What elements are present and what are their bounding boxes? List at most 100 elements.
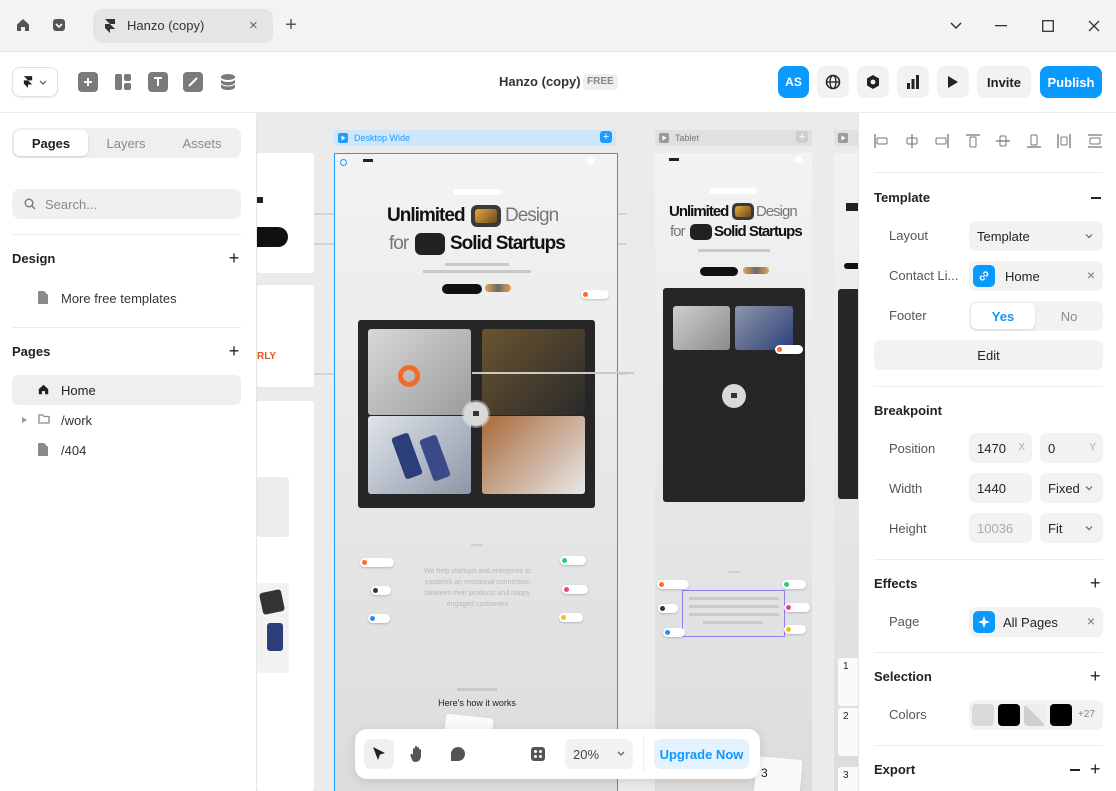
- nav-logo: [669, 158, 679, 161]
- design-canvas[interactable]: RLY Desktop Wide + Unlimited Design for …: [257, 113, 858, 791]
- color-swatch[interactable]: [972, 704, 994, 726]
- close-tab-icon[interactable]: ×: [249, 17, 258, 34]
- design-item-more-templates[interactable]: More free templates: [12, 283, 241, 313]
- image-fragment: [257, 583, 289, 673]
- offscreen-frame[interactable]: [257, 401, 314, 791]
- position-label: Position: [889, 441, 936, 456]
- layout-value: Template: [977, 228, 1030, 244]
- analytics-icon[interactable]: [897, 66, 929, 98]
- color-swatch[interactable]: [998, 704, 1020, 726]
- remove-export-icon[interactable]: [1070, 769, 1080, 771]
- dark-mode-icon[interactable]: [483, 739, 513, 769]
- offscreen-frame[interactable]: RLY: [257, 285, 314, 387]
- components-icon[interactable]: [523, 739, 553, 769]
- distribute-horizontal-icon[interactable]: [1056, 133, 1072, 149]
- edit-template-button[interactable]: Edit: [874, 340, 1103, 370]
- play-preview-icon[interactable]: [937, 66, 969, 98]
- add-page-icon[interactable]: +: [226, 342, 242, 360]
- hero-headline-1b: Design: [505, 205, 559, 226]
- clear-icon[interactable]: ×: [1087, 613, 1095, 629]
- align-right-icon[interactable]: [934, 133, 950, 149]
- frame-label-desktop[interactable]: Desktop Wide +: [334, 130, 616, 146]
- width-input[interactable]: 1440: [969, 473, 1032, 503]
- clear-icon[interactable]: ×: [1087, 267, 1095, 283]
- phone-thumb: [419, 434, 451, 482]
- home-icon[interactable]: [12, 14, 34, 36]
- inbox-icon[interactable]: [48, 14, 70, 36]
- folder-icon: [38, 414, 50, 424]
- footer-no-option[interactable]: No: [1037, 303, 1101, 329]
- settings-hexagon-icon[interactable]: [857, 66, 889, 98]
- page-item-label: /work: [61, 412, 93, 428]
- frame-phone[interactable]: 1 2 3: [834, 153, 858, 791]
- align-top-icon[interactable]: [965, 133, 981, 149]
- framer-menu-button[interactable]: [12, 67, 58, 97]
- vector-icon[interactable]: [183, 72, 203, 92]
- position-x-input[interactable]: 1470 X: [969, 433, 1032, 463]
- offscreen-frame[interactable]: [257, 153, 314, 273]
- add-export-icon[interactable]: +: [1090, 759, 1101, 780]
- tab-pages[interactable]: Pages: [14, 130, 88, 156]
- globe-icon[interactable]: [817, 66, 849, 98]
- align-center-v-icon[interactable]: [995, 133, 1011, 149]
- layout-select[interactable]: Template: [969, 221, 1103, 251]
- maximize-icon[interactable]: [1036, 14, 1060, 38]
- tag-chip: [562, 585, 588, 594]
- comment-tool-icon[interactable]: [443, 739, 473, 769]
- height-mode-select[interactable]: Fit: [1040, 513, 1103, 543]
- select-tool-icon[interactable]: [364, 739, 394, 769]
- footer-yes-option[interactable]: Yes: [971, 303, 1035, 329]
- frame-desktop-wide[interactable]: Unlimited Design for Solid Startups We h…: [334, 153, 634, 791]
- breakpoint-section-title: Breakpoint: [874, 403, 942, 418]
- color-swatch[interactable]: [1024, 704, 1046, 726]
- frame-label-tablet[interactable]: Tablet +: [655, 130, 812, 146]
- close-window-icon[interactable]: [1082, 14, 1106, 38]
- contact-link-field[interactable]: Home ×: [969, 261, 1103, 291]
- frame-tablet[interactable]: Unlimited Design for Solid Startups 3: [655, 153, 812, 791]
- add-breakpoint-icon[interactable]: +: [796, 131, 808, 143]
- more-colors-count[interactable]: +27: [1078, 709, 1095, 720]
- search-input[interactable]: Search...: [12, 189, 241, 219]
- user-avatar[interactable]: AS: [778, 66, 809, 98]
- chevron-right-icon[interactable]: [22, 417, 27, 423]
- frame-label-phone[interactable]: [834, 130, 858, 146]
- cms-database-icon[interactable]: [218, 72, 238, 92]
- invite-button[interactable]: Invite: [977, 66, 1031, 98]
- chevron-down-icon[interactable]: [944, 14, 968, 38]
- distribute-vertical-icon[interactable]: [1087, 133, 1103, 149]
- zoom-select[interactable]: 20%: [565, 739, 633, 769]
- upgrade-now-button[interactable]: Upgrade Now: [654, 739, 749, 769]
- effects-page-field[interactable]: All Pages ×: [969, 607, 1103, 637]
- color-swatch[interactable]: [1050, 704, 1072, 726]
- collapse-template-icon[interactable]: [1091, 197, 1101, 199]
- cta-fragment: [257, 227, 288, 247]
- hero-subtext: [698, 249, 770, 252]
- add-design-icon[interactable]: +: [226, 249, 242, 267]
- align-bottom-icon[interactable]: [1026, 133, 1042, 149]
- minimize-icon[interactable]: [989, 14, 1013, 38]
- add-selection-icon[interactable]: +: [1090, 666, 1101, 687]
- add-breakpoint-icon[interactable]: +: [600, 131, 612, 143]
- project-name[interactable]: Hanzo (copy): [499, 74, 581, 89]
- width-mode-select[interactable]: Fixed: [1040, 473, 1103, 503]
- page-item-work[interactable]: /work: [12, 405, 241, 435]
- tab-layers[interactable]: Layers: [89, 130, 163, 156]
- effects-page-value: All Pages: [1003, 614, 1058, 630]
- align-center-h-icon[interactable]: [904, 133, 920, 149]
- phone-headline-fragment: [846, 203, 858, 211]
- new-tab-icon[interactable]: +: [280, 14, 302, 36]
- publish-button[interactable]: Publish: [1040, 66, 1102, 98]
- layout-icon[interactable]: [113, 72, 133, 92]
- height-input[interactable]: 10036: [969, 513, 1032, 543]
- tab-assets[interactable]: Assets: [165, 130, 239, 156]
- add-effect-icon[interactable]: +: [1090, 573, 1101, 594]
- align-left-icon[interactable]: [873, 133, 889, 149]
- selected-paragraph[interactable]: [682, 590, 785, 637]
- position-y-input[interactable]: 0 Y: [1040, 433, 1103, 463]
- text-icon[interactable]: [148, 72, 168, 92]
- hand-tool-icon[interactable]: [403, 739, 433, 769]
- page-item-home[interactable]: Home: [12, 375, 241, 405]
- document-tab[interactable]: Hanzo (copy) ×: [93, 9, 273, 43]
- page-item-404[interactable]: /404: [12, 435, 241, 465]
- insert-icon[interactable]: [78, 72, 98, 92]
